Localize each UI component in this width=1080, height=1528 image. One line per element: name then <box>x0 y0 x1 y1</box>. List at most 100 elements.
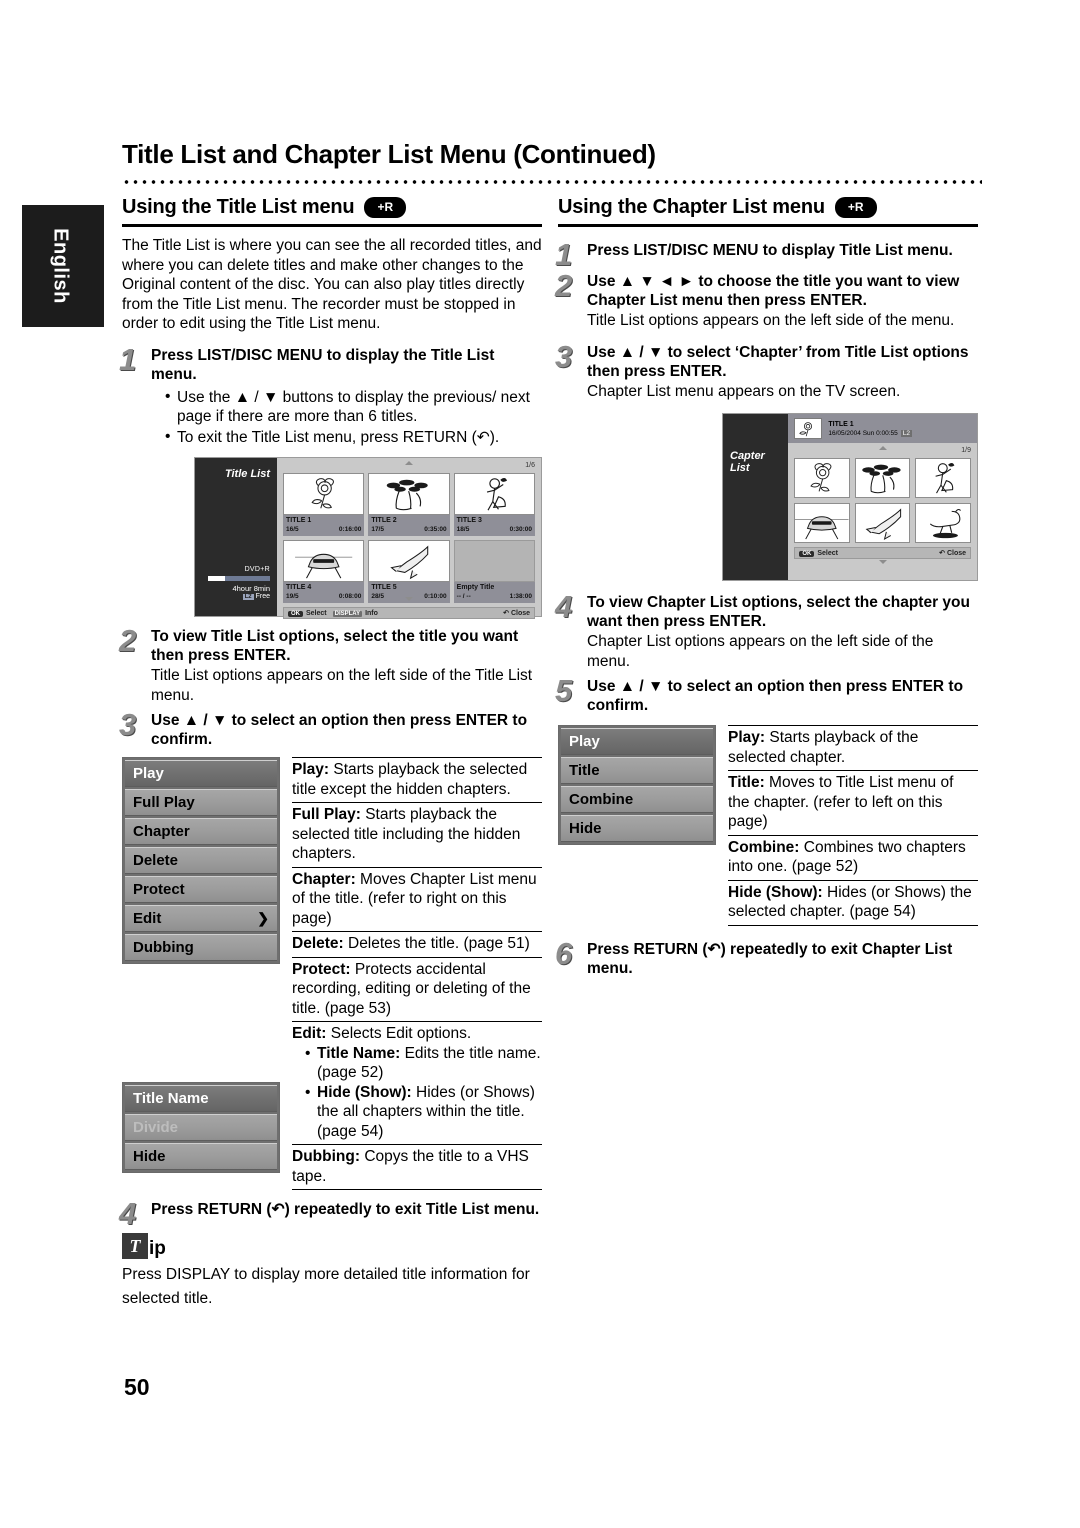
step-lead: Use ▲ / ▼ to select an option then press… <box>587 678 964 714</box>
osd-page-indicator: 1/6 <box>525 462 535 469</box>
dancers-icon <box>862 464 901 494</box>
tip-block: T ip Press DISPLAY to display more detai… <box>122 1233 542 1311</box>
chapter-header-tag: L2 <box>900 429 912 437</box>
title-length: 0:35:00 <box>424 526 447 533</box>
title-thumbnail-car[interactable] <box>283 540 365 582</box>
dotted-rule <box>122 178 982 185</box>
right-column: Using the Chapter List menu +R 1 Press L… <box>555 196 978 978</box>
option-protect[interactable]: Protect <box>125 876 277 903</box>
osd-title: Capter List <box>730 450 765 474</box>
scroll-down-arrow-icon[interactable] <box>405 597 413 601</box>
rose-icon <box>810 463 832 492</box>
title-thumbnail-empty[interactable] <box>453 540 535 582</box>
title-cell[interactable]: TITLE 1 16/5 0:16:00 <box>283 473 365 536</box>
option-title[interactable]: Title <box>561 757 713 784</box>
option-label: Chapter <box>133 823 190 840</box>
title-length: 0:30:00 <box>509 526 532 533</box>
step-number: 1 <box>119 341 137 377</box>
rose-icon <box>311 478 334 509</box>
edit-submenu[interactable]: Title Name Divide Hide <box>122 1082 280 1173</box>
definition-edit: Edit: Selects Edit options. Title Name: … <box>292 1022 542 1145</box>
title-cell[interactable]: TITLE 5 28/5 0:10:00 <box>368 540 450 603</box>
plus-r-badge-left: +R <box>364 197 407 218</box>
submenu-hide[interactable]: Hide <box>125 1143 277 1170</box>
option-label: Play <box>569 733 600 750</box>
osd-free-time: 4hour 8min <box>232 584 270 593</box>
option-edit[interactable]: Edit ❯ <box>125 905 277 932</box>
dancers-icon <box>387 479 429 511</box>
option-hide[interactable]: Hide <box>561 815 713 842</box>
figure-icon <box>935 463 955 494</box>
option-play[interactable]: Play <box>561 728 713 755</box>
scroll-up-arrow-icon[interactable] <box>878 446 887 450</box>
step-lead: To view Chapter List options, select the… <box>587 594 970 630</box>
option-delete[interactable]: Delete <box>125 847 277 874</box>
step-number: 4 <box>119 1196 137 1231</box>
title-caption: TITLE 3 18/5 0:30:00 <box>453 515 535 536</box>
definition-protect: Protect: Protects accidental recording, … <box>292 958 542 1022</box>
osd-disc-type: DVD+R <box>244 566 270 573</box>
osd-select-label: Select <box>306 609 327 617</box>
option-combine[interactable]: Combine <box>561 786 713 813</box>
chapter-thumbnail-grid <box>794 458 971 543</box>
osd-footer-bar: OK Select ↶ Close <box>794 547 971 559</box>
chapter-list-options-menu[interactable]: Play Title Combine Hide <box>558 725 716 845</box>
title-thumbnail-rose[interactable] <box>283 473 365 515</box>
page-title: Title List and Chapter List Menu (Contin… <box>122 139 656 169</box>
bullet-item: To exit the Title List menu, press RETUR… <box>165 427 542 448</box>
step-lead: Use ▲ / ▼ to select an option then press… <box>151 712 528 748</box>
title-thumbnail-figure[interactable] <box>453 473 535 515</box>
subdefinition-hide-show: Hide (Show): Hides (or Shows) the all ch… <box>305 1083 542 1142</box>
option-label: Hide <box>133 1148 166 1165</box>
definition-hide-show: Hide (Show): Hides (or Shows) the select… <box>728 881 978 926</box>
scroll-up-arrow-icon[interactable] <box>405 461 413 465</box>
step-sub: Chapter List menu appears on the TV scre… <box>587 382 901 400</box>
chapter-header-date: 16/05/2004 Sun 0:00:55 <box>828 429 898 437</box>
chapter-header-title: TITLE 1 <box>828 420 854 428</box>
chapter-thumbnail-car[interactable] <box>794 503 850 543</box>
step-number: 3 <box>119 707 137 742</box>
tip-label: ip <box>149 1238 166 1259</box>
definition-term: Edit: <box>292 1025 327 1042</box>
step-number: 5 <box>555 673 573 708</box>
option-full-play[interactable]: Full Play <box>125 789 277 816</box>
osd-close-label: Close <box>510 610 530 617</box>
chapter-thumbnail-dog[interactable] <box>915 503 971 543</box>
title-thumbnail-shuttle[interactable] <box>368 540 450 582</box>
osd-close-label: Close <box>946 550 966 557</box>
title-cell[interactable]: TITLE 4 19/5 0:08:00 <box>283 540 365 603</box>
option-label: Divide <box>133 1119 179 1136</box>
left-step-4: 4 Press RETURN (↶) repeatedly to exit Ti… <box>119 1198 542 1229</box>
title-cell[interactable]: TITLE 3 18/5 0:30:00 <box>453 473 535 536</box>
osd-page-indicator: 1/9 <box>961 447 971 454</box>
chapter-thumbnail-dancers[interactable] <box>854 458 911 498</box>
language-tab-label: English <box>49 228 72 304</box>
title-date: 16/5 <box>286 526 299 533</box>
chapter-thumbnail-figure[interactable] <box>915 458 971 498</box>
option-play[interactable]: Play <box>125 760 277 787</box>
title-list-osd-mockup: Title List DVD+R 4hour 8min L2Free 1/6 <box>194 457 542 619</box>
title-name: TITLE 3 <box>456 517 482 524</box>
definition-full-play: Full Play: Starts playback the selected … <box>292 803 542 868</box>
left-step-3: 3 Use ▲ / ▼ to select an option then pre… <box>119 707 542 749</box>
submenu-title-name[interactable]: Title Name <box>125 1085 277 1112</box>
osd-main-area: 1/6 TITLE 1 16/5 0:16:00 TITLE 2 17/5 0:… <box>277 458 541 619</box>
title-list-options-menu[interactable]: Play Full Play Chapter Delete Protect Ed… <box>122 757 280 964</box>
title-caption: Empty Title -- / -- 1:38:00 <box>453 582 535 603</box>
rose-icon <box>799 422 813 437</box>
left-step-1: 1 Press LIST/DISC MENU to display the Ti… <box>119 341 542 448</box>
option-dubbing[interactable]: Dubbing <box>125 934 277 961</box>
definition-text: Selects Edit options. <box>326 1025 472 1042</box>
title-cell[interactable]: TITLE 2 17/5 0:35:00 <box>368 473 450 536</box>
chapter-thumbnail-rose[interactable] <box>794 458 850 498</box>
scroll-down-arrow-icon[interactable] <box>878 560 887 564</box>
title-cell-empty[interactable]: Empty Title -- / -- 1:38:00 <box>453 540 535 603</box>
title-thumbnail-dancers[interactable] <box>368 473 450 515</box>
chapter-thumbnail-shuttle[interactable] <box>854 503 911 543</box>
definition-term: Title: <box>728 774 765 791</box>
left-options-and-definitions: Play Full Play Chapter Delete Protect Ed… <box>122 757 542 1190</box>
title-name: TITLE 4 <box>286 584 312 591</box>
option-chapter[interactable]: Chapter <box>125 818 277 845</box>
definition-play: Play: Starts playback of the selected ch… <box>728 725 978 771</box>
right-options-and-definitions: Play Title Combine Hide Play: Starts pla… <box>558 725 978 926</box>
